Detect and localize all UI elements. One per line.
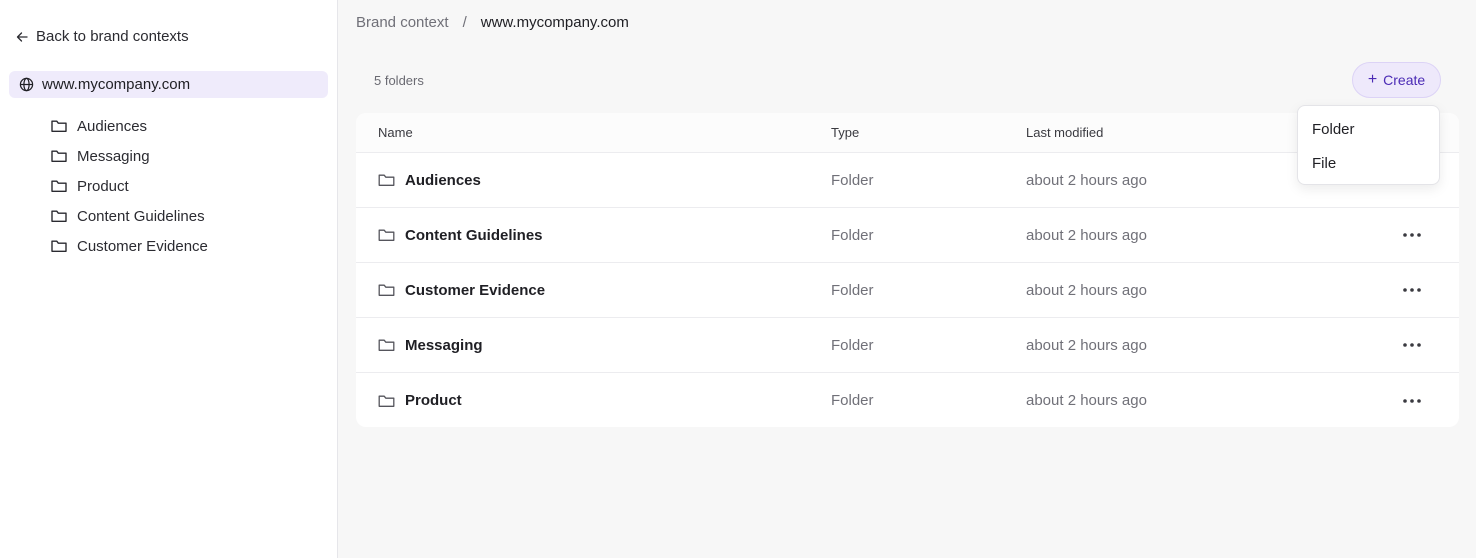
back-link-label: Back to brand contexts bbox=[36, 28, 189, 45]
plus-icon: + bbox=[1367, 71, 1378, 88]
row-name-cell[interactable]: Customer Evidence bbox=[378, 282, 545, 299]
row-modified: about 2 hours ago bbox=[1026, 392, 1147, 409]
breadcrumb-brand-context[interactable]: Brand context bbox=[356, 14, 449, 31]
row-name-cell[interactable]: Messaging bbox=[378, 337, 483, 354]
folders-table: Name Type Last modified Audiences Folder… bbox=[356, 113, 1459, 427]
row-modified: about 2 hours ago bbox=[1026, 226, 1147, 244]
row-modified: about 2 hours ago bbox=[1026, 171, 1147, 189]
folder-count: 5 folders bbox=[374, 73, 424, 88]
table-row[interactable]: Customer Evidence Folder about 2 hours a… bbox=[356, 263, 1459, 318]
more-options-icon[interactable] bbox=[1399, 391, 1425, 411]
folder-icon bbox=[378, 339, 395, 351]
row-name: Customer Evidence bbox=[405, 281, 546, 299]
sidebar-item-label: Messaging bbox=[77, 147, 150, 165]
row-type: Folder bbox=[831, 392, 874, 409]
back-to-brand-contexts-link[interactable]: Back to brand contexts bbox=[16, 28, 189, 45]
row-name: Messaging bbox=[405, 336, 483, 354]
row-type: Folder bbox=[831, 281, 874, 299]
folder-icon bbox=[51, 150, 67, 162]
sidebar-item-label: Product bbox=[77, 177, 129, 195]
column-header-name[interactable]: Name bbox=[378, 125, 413, 140]
row-name: Audiences bbox=[405, 171, 481, 189]
column-header-last-modified[interactable]: Last modified bbox=[1026, 125, 1103, 140]
folder-icon bbox=[378, 284, 395, 296]
more-options-icon[interactable] bbox=[1399, 225, 1425, 245]
table-header: Name Type Last modified bbox=[356, 113, 1459, 153]
sidebar-folder-tree: Audiences Messaging Product Content Guid… bbox=[51, 108, 208, 264]
sidebar-item-customer-evidence[interactable]: Customer Evidence bbox=[51, 228, 208, 264]
create-button-label: Create bbox=[1383, 72, 1426, 88]
tree-root-label: www.mycompany.com bbox=[42, 76, 191, 93]
menu-item-file[interactable]: File bbox=[1298, 146, 1439, 180]
breadcrumb-current: www.mycompany.com bbox=[480, 14, 629, 31]
folder-icon bbox=[51, 210, 67, 222]
folder-icon bbox=[51, 240, 67, 252]
table-row[interactable]: Audiences Folder about 2 hours ago bbox=[356, 153, 1459, 208]
row-name-cell[interactable]: Product bbox=[378, 392, 462, 409]
sidebar: Back to brand contexts www.mycompany.com… bbox=[0, 0, 338, 558]
tree-root-domain[interactable]: www.mycompany.com bbox=[9, 71, 328, 98]
row-name: Content Guidelines bbox=[405, 226, 543, 244]
table-row[interactable]: Content Guidelines Folder about 2 hours … bbox=[356, 208, 1459, 263]
row-type: Folder bbox=[831, 171, 874, 189]
more-options-icon[interactable] bbox=[1399, 280, 1425, 300]
sidebar-item-label: Audiences bbox=[77, 117, 148, 135]
arrow-left-icon bbox=[16, 31, 28, 42]
row-name-cell[interactable]: Audiences bbox=[378, 172, 481, 189]
folder-icon bbox=[51, 120, 67, 132]
folder-icon bbox=[378, 395, 395, 407]
sidebar-item-label: Customer Evidence bbox=[77, 237, 208, 255]
menu-item-folder[interactable]: Folder bbox=[1298, 112, 1439, 146]
table-row[interactable]: Messaging Folder about 2 hours ago bbox=[356, 318, 1459, 373]
more-options-icon[interactable] bbox=[1399, 335, 1425, 355]
row-type: Folder bbox=[831, 336, 874, 354]
row-name: Product bbox=[405, 392, 462, 409]
row-modified: about 2 hours ago bbox=[1026, 281, 1147, 299]
table-row[interactable]: Product Folder about 2 hours ago bbox=[356, 373, 1459, 428]
sidebar-item-label: Content Guidelines bbox=[77, 207, 205, 225]
folder-icon bbox=[51, 180, 67, 192]
breadcrumb: Brand context / www.mycompany.com bbox=[356, 14, 629, 31]
folder-icon bbox=[378, 174, 395, 186]
row-type: Folder bbox=[831, 226, 874, 244]
row-name-cell[interactable]: Content Guidelines bbox=[378, 227, 543, 244]
row-modified: about 2 hours ago bbox=[1026, 336, 1147, 354]
app-window: Back to brand contexts www.mycompany.com… bbox=[0, 0, 1476, 558]
main-content: Brand context / www.mycompany.com 5 fold… bbox=[338, 0, 1476, 558]
globe-icon bbox=[19, 77, 34, 92]
column-header-type[interactable]: Type bbox=[831, 125, 859, 140]
create-dropdown-menu: Folder File bbox=[1297, 105, 1440, 185]
breadcrumb-separator: / bbox=[462, 14, 467, 31]
folder-icon bbox=[378, 229, 395, 241]
create-button[interactable]: + Create bbox=[1352, 62, 1441, 98]
